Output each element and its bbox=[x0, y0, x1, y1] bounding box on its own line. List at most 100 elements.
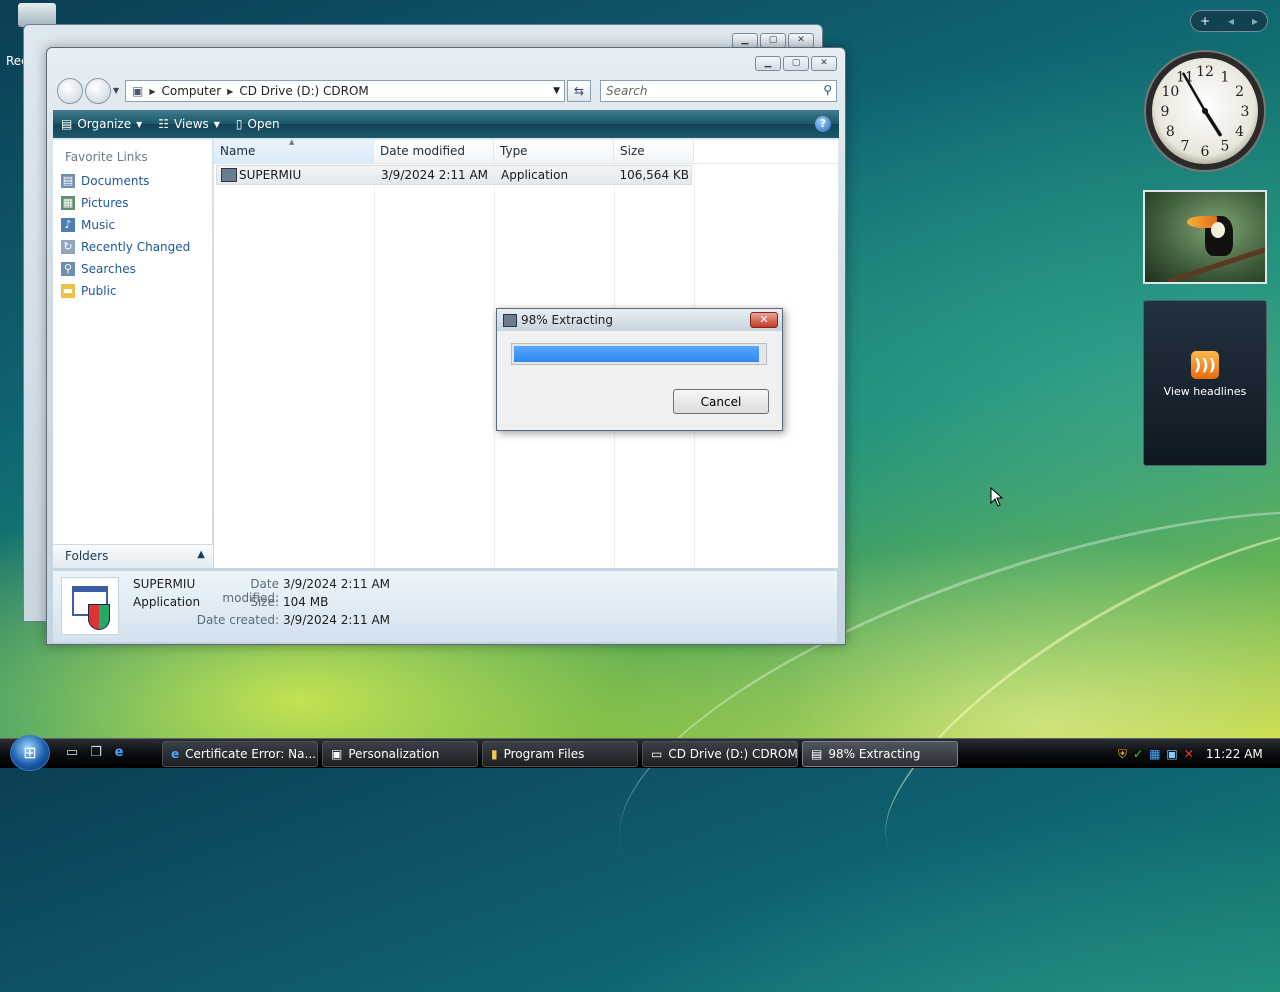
refresh-button[interactable]: ⇆ bbox=[567, 80, 591, 102]
volume-muted-icon[interactable]: ✕ bbox=[1184, 747, 1194, 761]
column-header-date-modified[interactable]: Date modified bbox=[374, 140, 494, 163]
switch-windows-icon[interactable]: ❐ bbox=[88, 745, 104, 761]
forward-button[interactable] bbox=[85, 78, 111, 104]
view-headlines-label[interactable]: View headlines bbox=[1144, 385, 1266, 398]
ie-icon[interactable]: e bbox=[111, 745, 127, 761]
installer-icon: ▤ bbox=[811, 747, 823, 761]
pictures-icon: ▦ bbox=[61, 196, 75, 210]
folder-icon: ▮ bbox=[491, 747, 498, 761]
taskbar-button-cd-drive[interactable]: ▭ CD Drive (D:) CDROM bbox=[642, 741, 798, 767]
minimize-button[interactable]: ▁ bbox=[755, 56, 781, 71]
column-header-size[interactable]: Size bbox=[614, 140, 694, 163]
next-icon[interactable]: ▸ bbox=[1252, 14, 1258, 28]
file-date: 3/9/2024 2:11 AM bbox=[381, 168, 489, 182]
views-button[interactable]: ☷ Views ▼ bbox=[150, 117, 228, 131]
taskbar-button-extracting[interactable]: ▤ 98% Extracting bbox=[802, 741, 958, 767]
maximize-icon[interactable]: ▢ bbox=[760, 33, 786, 48]
clock-numeral: 5 bbox=[1221, 139, 1230, 155]
update-icon[interactable]: ✓ bbox=[1133, 747, 1143, 761]
taskbar-button-personalization[interactable]: ▣ Personalization bbox=[322, 741, 478, 767]
taskbar-button-label: CD Drive (D:) CDROM bbox=[668, 747, 798, 761]
column-header-type[interactable]: Type bbox=[494, 140, 614, 163]
taskbar-button-certificate-error[interactable]: e Certificate Error: Na... bbox=[162, 741, 318, 767]
maximize-button[interactable]: ▢ bbox=[783, 56, 809, 71]
taskbar-clock[interactable]: 11:22 AM bbox=[1206, 747, 1263, 761]
clock-numeral: 8 bbox=[1166, 124, 1175, 140]
windows-security-icon[interactable]: ▦ bbox=[1149, 747, 1160, 761]
installer-icon bbox=[503, 313, 517, 327]
details-file-type: Application bbox=[133, 595, 201, 609]
folders-toggle[interactable]: Folders ▲ bbox=[53, 544, 213, 568]
nav-link-documents[interactable]: ▤ Documents bbox=[53, 170, 212, 192]
address-bar[interactable]: ▣ ▶ Computer ▶ CD Drive (D:) CDROM ▼ bbox=[125, 80, 565, 102]
dialog-title-bar[interactable]: 98% Extracting bbox=[497, 309, 782, 331]
toucan-throat bbox=[1211, 222, 1225, 238]
organize-button[interactable]: ▤ Organize ▼ bbox=[53, 117, 150, 131]
open-button[interactable]: ▯ Open bbox=[228, 117, 288, 131]
open-label: Open bbox=[247, 117, 280, 131]
search-icon[interactable]: ⚲ bbox=[823, 83, 832, 97]
close-icon: ✕ bbox=[759, 313, 769, 326]
breadcrumb-arrow-icon[interactable]: ▶ bbox=[225, 87, 235, 96]
security-shield-icon[interactable]: ⛨ bbox=[1118, 747, 1127, 762]
clock-numeral: 7 bbox=[1181, 139, 1190, 155]
taskbar-button-label: 98% Extracting bbox=[828, 747, 921, 761]
taskbar-button-label: Program Files bbox=[503, 747, 585, 761]
details-date-created: 3/9/2024 2:11 AM bbox=[283, 613, 391, 627]
chevron-down-icon: ▼ bbox=[213, 119, 220, 129]
drive-icon: ▭ bbox=[651, 747, 663, 761]
chevron-up-icon: ▲ bbox=[197, 549, 205, 560]
breadcrumb-cd-drive[interactable]: CD Drive (D:) CDROM bbox=[235, 84, 372, 98]
application-large-icon bbox=[61, 577, 119, 635]
back-button[interactable] bbox=[57, 78, 83, 104]
network-icon[interactable]: ▣ bbox=[1166, 747, 1177, 761]
close-icon[interactable]: ✕ bbox=[788, 33, 814, 48]
folder-icon: ▬ bbox=[61, 284, 75, 298]
control-panel-icon: ▣ bbox=[331, 747, 343, 761]
music-icon: ♪ bbox=[61, 218, 75, 232]
previous-icon[interactable]: ◂ bbox=[1228, 14, 1234, 28]
details-size-label: Size: bbox=[250, 595, 279, 609]
nav-link-label: Pictures bbox=[81, 196, 129, 210]
document-icon: ▤ bbox=[61, 174, 75, 188]
progress-bar bbox=[511, 343, 767, 365]
dialog-close-button[interactable]: ✕ bbox=[750, 312, 778, 328]
close-button[interactable]: ✕ bbox=[811, 56, 837, 71]
nav-link-public[interactable]: ▬ Public bbox=[53, 280, 212, 302]
add-gadget-icon[interactable]: + bbox=[1200, 14, 1210, 28]
start-button[interactable]: ⊞ bbox=[10, 735, 50, 771]
nav-link-music[interactable]: ♪ Music bbox=[53, 214, 212, 236]
taskbar-button-label: Personalization bbox=[348, 747, 440, 761]
nav-link-searches[interactable]: ⚲ Searches bbox=[53, 258, 212, 280]
taskbar-button-program-files[interactable]: ▮ Program Files bbox=[482, 741, 638, 767]
minimize-icon[interactable]: ▁ bbox=[732, 33, 758, 48]
slideshow-gadget[interactable] bbox=[1143, 190, 1267, 284]
file-name: SUPERMIU bbox=[239, 168, 302, 182]
breadcrumb-computer[interactable]: Computer bbox=[158, 84, 226, 98]
details-size: 104 MB bbox=[283, 595, 329, 609]
clock-gadget[interactable]: 123456789101112 bbox=[1142, 48, 1268, 174]
views-label: Views bbox=[174, 117, 209, 131]
rss-icon: ))) bbox=[1191, 351, 1219, 379]
table-row[interactable]: SUPERMIU 3/9/2024 2:11 AM Application 10… bbox=[216, 165, 692, 185]
open-icon: ▯ bbox=[235, 117, 243, 131]
nav-link-label: Documents bbox=[81, 174, 150, 188]
cancel-button[interactable]: Cancel bbox=[673, 389, 769, 414]
show-desktop-icon[interactable]: ▭ bbox=[64, 745, 80, 761]
feed-headlines-gadget[interactable]: ))) View headlines bbox=[1143, 300, 1267, 466]
nav-link-recently-changed[interactable]: ↻ Recently Changed bbox=[53, 236, 212, 258]
search-input[interactable]: Search ⚲ bbox=[600, 80, 837, 102]
address-dropdown-icon[interactable]: ▼ bbox=[553, 86, 564, 96]
progress-fill bbox=[514, 346, 759, 362]
sort-arrow-icon: ▲ bbox=[289, 138, 295, 146]
recent-pages-icon[interactable]: ▼ bbox=[113, 86, 119, 95]
help-icon[interactable]: ? bbox=[815, 116, 831, 132]
views-icon: ☷ bbox=[158, 117, 170, 131]
nav-link-pictures[interactable]: ▦ Pictures bbox=[53, 192, 212, 214]
nav-link-label: Recently Changed bbox=[81, 240, 191, 254]
extract-dialog[interactable]: 98% Extracting ✕ Cancel bbox=[496, 308, 783, 431]
file-type: Application bbox=[501, 168, 569, 182]
notification-area: ⛨ ✓ ▦ ▣ ✕ 11:22 AM bbox=[1110, 739, 1280, 769]
breadcrumb-arrow-icon[interactable]: ▶ bbox=[147, 87, 157, 96]
file-size: 106,564 KB bbox=[619, 168, 689, 182]
